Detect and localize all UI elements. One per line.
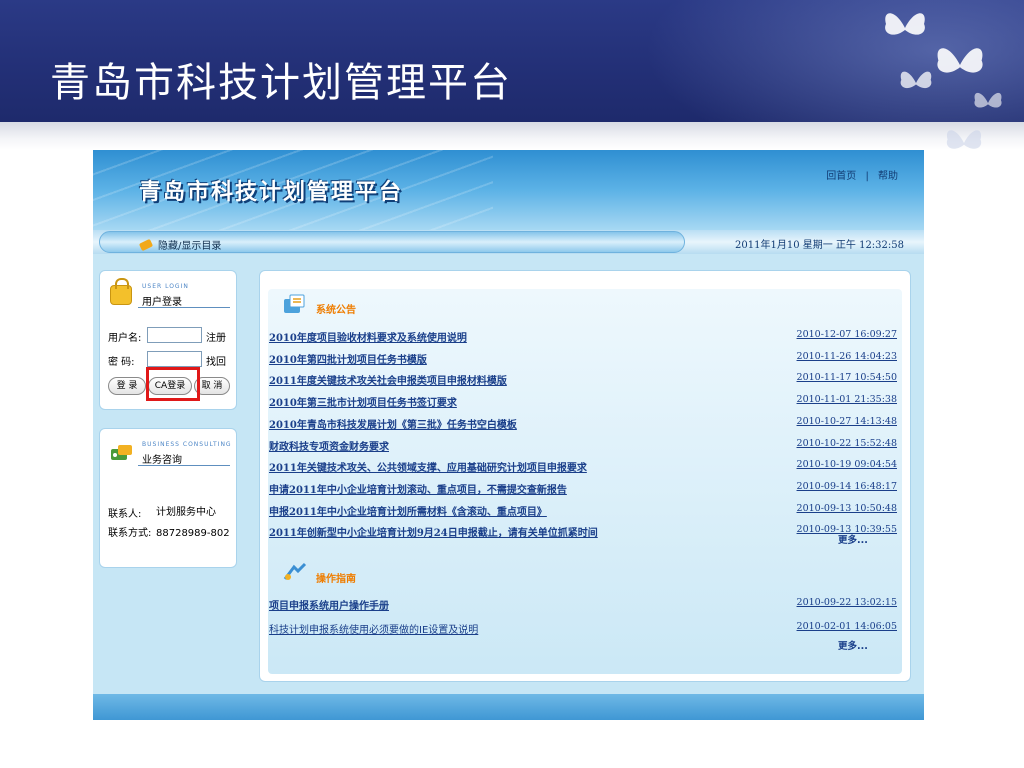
register-link[interactable]: 注册 — [206, 329, 226, 344]
guides-heading: 操作指南 — [316, 574, 356, 585]
list-item: 财政科技专项资金财务要求 2010-10-22 15:52:48 — [269, 438, 897, 453]
consulting-heading-en: BUSINESS CONSULTING — [142, 441, 232, 448]
list-item: 2011年创新型中小企业培育计划9月24日申报截止，请有关单位抓紧时间 2010-… — [269, 524, 897, 539]
item-date-link[interactable]: 2010-02-01 14:06:05 — [797, 621, 897, 632]
app-window: 青岛市科技计划管理平台 回首页 | 帮助 隐藏/显示目录 2011年1月10 星… — [93, 150, 924, 720]
contact-label: 联系人: — [108, 509, 142, 520]
butterfly-icon — [937, 48, 983, 73]
phone-value: 88728989-802 — [156, 528, 230, 539]
recover-password-link[interactable]: 找回 — [206, 353, 226, 368]
ca-login-button[interactable]: CA登录 — [148, 377, 192, 395]
item-date-link[interactable]: 2010-09-22 13:02:15 — [797, 597, 897, 608]
contact-value: 计划服务中心 — [156, 507, 216, 518]
app-banner: 青岛市科技计划管理平台 回首页 | 帮助 — [93, 150, 924, 230]
username-input[interactable] — [147, 327, 202, 343]
divider — [138, 307, 230, 308]
lock-icon — [110, 278, 132, 305]
list-item: 2010年青岛市科技发展计划《第三批》任务书空白模板 2010-10-27 14:… — [269, 416, 897, 431]
guide-icon — [283, 562, 307, 580]
consulting-icon — [111, 445, 132, 460]
list-item: 2010年度项目验收材料要求及系统使用说明 2010-12-07 16:09:27 — [269, 329, 897, 344]
item-title-link[interactable]: 财政科技专项资金财务要求 — [269, 438, 389, 453]
password-input[interactable] — [147, 351, 202, 367]
item-title-link[interactable]: 2011年创新型中小企业培育计划9月24日申报截止，请有关单位抓紧时间 — [269, 524, 598, 539]
app-title: 青岛市科技计划管理平台 — [139, 179, 404, 205]
list-item: 2011年关键技术攻关、公共领域支撑、应用基础研究计划项目申报要求 2010-10… — [269, 459, 897, 474]
announcement-icon — [284, 294, 305, 313]
phone-label: 联系方式: — [108, 528, 152, 539]
butterfly-icon — [900, 71, 932, 89]
main-panel: 系统公告 2010年度项目验收材料要求及系统使用说明 2010-12-07 16:… — [259, 270, 911, 682]
left-column: USER LOGIN 用户登录 用户名: 注册 密 码: 找回 登 录 CA登录… — [93, 254, 245, 720]
header-band — [0, 122, 1024, 150]
username-label: 用户名: — [108, 333, 142, 344]
login-heading-en: USER LOGIN — [142, 283, 189, 290]
item-date-link[interactable]: 2010-09-14 16:48:17 — [797, 481, 897, 492]
butterfly-icon — [885, 13, 925, 35]
current-datetime: 2011年1月10 星期一 正午 12:32:58 — [735, 240, 904, 251]
item-date-link[interactable]: 2010-12-07 16:09:27 — [797, 329, 897, 340]
item-date-link[interactable]: 2010-09-13 10:50:48 — [797, 503, 897, 514]
item-date-link[interactable]: 2010-10-27 14:13:48 — [797, 416, 897, 427]
pencil-icon — [138, 238, 154, 252]
announcements-more-link[interactable]: 更多... — [838, 532, 868, 546]
item-date-link[interactable]: 2010-11-17 10:54:50 — [797, 372, 897, 383]
cancel-button[interactable]: 取 消 — [194, 377, 230, 395]
help-link[interactable]: 帮助 — [878, 171, 898, 182]
item-title-link[interactable]: 2011年度关键技术攻关社会申报类项目申报材料模版 — [269, 372, 507, 387]
nav-pill: 隐藏/显示目录 — [99, 231, 685, 253]
list-item: 项目申报系统用户操作手册 2010-09-22 13:02:15 — [269, 597, 897, 612]
guides-more-link[interactable]: 更多... — [838, 638, 868, 652]
item-title-link[interactable]: 科技计划申报系统使用必须要做的IE设置及说明 — [269, 621, 478, 636]
main-content: 系统公告 2010年度项目验收材料要求及系统使用说明 2010-12-07 16:… — [268, 289, 902, 674]
consulting-heading: 业务咨询 — [142, 455, 182, 466]
toggle-menu-link[interactable]: 隐藏/显示目录 — [138, 237, 222, 252]
top-links: 回首页 | 帮助 — [826, 167, 898, 182]
login-panel: USER LOGIN 用户登录 用户名: 注册 密 码: 找回 登 录 CA登录… — [99, 270, 237, 410]
item-title-link[interactable]: 2010年第三批市计划项目任务书签订要求 — [269, 394, 457, 409]
list-item: 2010年第三批市计划项目任务书签订要求 2010-11-01 21:35:38 — [269, 394, 897, 409]
app-footer — [93, 694, 924, 720]
login-heading: 用户登录 — [142, 297, 182, 308]
slide-header: 青岛市科技计划管理平台 — [0, 0, 1024, 122]
toggle-menu-label: 隐藏/显示目录 — [158, 241, 222, 252]
item-title-link[interactable]: 2010年度项目验收材料要求及系统使用说明 — [269, 329, 467, 344]
consulting-panel: BUSINESS CONSULTING 业务咨询 联系人: 计划服务中心 联系方… — [99, 428, 237, 568]
item-date-link[interactable]: 2010-10-22 15:52:48 — [797, 438, 897, 449]
announcements-heading: 系统公告 — [316, 305, 356, 316]
item-date-link[interactable]: 2010-10-19 09:04:54 — [797, 459, 897, 470]
item-title-link[interactable]: 申请2011年中小企业培育计划滚动、重点项目，不需提交查新报告 — [269, 481, 567, 496]
password-label: 密 码: — [108, 357, 135, 368]
list-item: 2010年第四批计划项目任务书模版 2010-11-26 14:04:23 — [269, 351, 897, 366]
home-link[interactable]: 回首页 — [826, 171, 856, 182]
top-links-separator: | — [865, 171, 869, 182]
list-item: 科技计划申报系统使用必须要做的IE设置及说明 2010-02-01 14:06:0… — [269, 621, 897, 636]
divider — [138, 465, 230, 466]
list-item: 2011年度关键技术攻关社会申报类项目申报材料模版 2010-11-17 10:5… — [269, 372, 897, 387]
list-item: 申报2011年中小企业培育计划所需材料《含滚动、重点项目》 2010-09-13 … — [269, 503, 897, 518]
login-button[interactable]: 登 录 — [108, 377, 146, 395]
item-title-link[interactable]: 2010年青岛市科技发展计划《第三批》任务书空白模板 — [269, 416, 517, 431]
butterfly-icon — [974, 92, 1002, 108]
item-date-link[interactable]: 2010-11-26 14:04:23 — [797, 351, 897, 362]
butterfly-icon — [946, 130, 982, 149]
list-item: 申请2011年中小企业培育计划滚动、重点项目，不需提交查新报告 2010-09-1… — [269, 481, 897, 496]
item-date-link[interactable]: 2010-11-01 21:35:38 — [797, 394, 897, 405]
item-title-link[interactable]: 2010年第四批计划项目任务书模版 — [269, 351, 427, 366]
slide-title: 青岛市科技计划管理平台 — [50, 60, 512, 106]
item-title-link[interactable]: 申报2011年中小企业培育计划所需材料《含滚动、重点项目》 — [269, 503, 547, 518]
item-title-link[interactable]: 2011年关键技术攻关、公共领域支撑、应用基础研究计划项目申报要求 — [269, 459, 587, 474]
nav-bar: 隐藏/显示目录 2011年1月10 星期一 正午 12:32:58 — [93, 230, 924, 254]
item-title-link[interactable]: 项目申报系统用户操作手册 — [269, 597, 389, 612]
